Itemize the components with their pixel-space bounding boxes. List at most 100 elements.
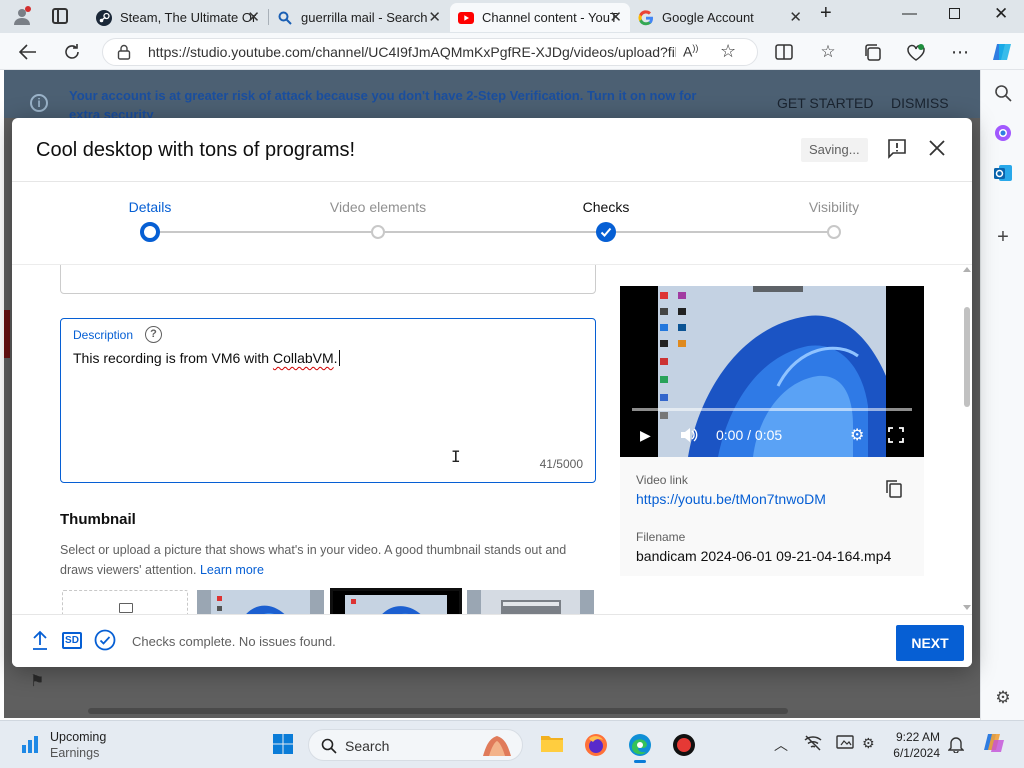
video-progress-bar[interactable] [632,408,912,411]
search-highlight-icon [479,732,515,763]
taskbar-search-box[interactable]: Search [308,729,523,761]
step-visibility-dot[interactable] [827,225,841,239]
tab-title: guerrilla mail - Search [301,10,428,25]
step-checks-check-icon[interactable] [596,222,616,242]
info-icon: i [30,94,48,112]
tab-steam[interactable]: Steam, The Ultimate Online Game Platform… [88,3,268,32]
collections-icon[interactable] [861,41,883,63]
back-arrow-icon[interactable] [17,41,39,63]
copilot-icon[interactable] [992,122,1014,144]
url-text: https://studio.youtube.com/channel/UC4I9… [148,44,676,60]
start-windows-icon[interactable] [272,733,296,757]
close-tab-icon[interactable]: ✕ [789,10,802,25]
favorite-star-icon[interactable]: ☆ [720,41,736,62]
firefox-icon[interactable] [584,733,608,757]
video-player[interactable]: ▶ 0:00 / 0:05 ⚙ [620,286,924,457]
upload-status-icon[interactable] [32,630,48,652]
minimize-button[interactable]: — [902,5,917,22]
profile-avatar[interactable] [12,6,32,26]
text-cursor-icon: I [451,447,461,466]
lock-icon[interactable] [117,44,131,65]
thumbnail-description: Select or upload a picture that shows wh… [60,543,567,577]
browser-toolbar: https://studio.youtube.com/channel/UC4I9… [0,33,1024,70]
fullscreen-icon[interactable] [888,427,904,446]
step-visibility-label[interactable]: Visibility [809,199,859,215]
filename-value: bandicam 2024-06-01 09-21-04-164.mp4 [636,548,892,564]
refresh-icon[interactable] [61,41,83,63]
video-preview-card: ▶ 0:00 / 0:05 ⚙ Video link https://youtu… [620,286,924,576]
play-icon[interactable]: ▶ [640,427,651,444]
restore-button[interactable] [949,8,960,19]
send-feedback-icon[interactable] [888,139,906,159]
copilot-tray-icon[interactable] [982,732,1006,757]
sidebar-search-icon[interactable] [992,82,1014,104]
close-tab-icon[interactable]: ✕ [428,10,441,25]
step-details-label[interactable]: Details [129,199,172,215]
thumbnail-option-1[interactable] [197,590,324,614]
tab-title: Google Account [662,10,754,25]
address-bar[interactable]: https://studio.youtube.com/channel/UC4I9… [102,38,758,66]
get-started-button[interactable]: GET STARTED [777,95,873,111]
sidebar-settings-gear-icon[interactable]: ⚙ [992,687,1014,709]
file-explorer-icon[interactable] [540,733,564,757]
video-link-label: Video link [636,473,688,487]
step-video-elements-label[interactable]: Video elements [330,199,426,215]
outlook-icon[interactable] [992,162,1014,184]
video-link[interactable]: https://youtu.be/tMon7tnwoDM [636,491,826,507]
step-checks-label[interactable]: Checks [583,199,630,215]
tab-guerrilla-search[interactable]: guerrilla mail - Search ✕ [269,3,449,32]
volume-icon[interactable] [680,427,698,446]
dismiss-button[interactable]: DISMISS [891,95,949,111]
upload-thumbnail-button[interactable] [62,590,188,614]
split-screen-icon[interactable] [773,41,795,63]
steam-icon [96,9,112,26]
video-settings-gear-icon[interactable]: ⚙ [850,425,864,445]
close-window-button[interactable]: ✕ [994,4,1008,24]
more-options-icon[interactable]: ⋯ [949,41,971,63]
browser-essentials-icon[interactable] [905,41,927,63]
copilot-icon[interactable] [991,41,1013,63]
tab-actions-icon[interactable] [52,8,68,24]
tab-youtube-studio[interactable]: Channel content - YouTube Studio ✕ [450,3,630,32]
bandicam-record-icon[interactable] [672,733,696,757]
screen-capture-icon[interactable] [836,735,854,754]
thumbnail-option-3[interactable] [467,590,594,614]
close-dialog-icon[interactable] [926,137,948,159]
weather-widget[interactable]: Upcoming Earnings [50,729,106,761]
edge-icon[interactable] [628,733,652,763]
learn-more-link[interactable]: Learn more [200,563,264,577]
misspelled-word[interactable]: CollabVM [273,350,334,366]
checks-status-text: Checks complete. No issues found. [132,634,336,649]
help-icon[interactable]: ? [145,326,162,343]
browser-tab-strip: Steam, The Ultimate Online Game Platform… [0,0,1024,33]
read-aloud-icon[interactable]: A)) [683,43,698,60]
notifications-bell-icon[interactable] [947,735,965,756]
new-tab-button[interactable]: + [820,2,832,25]
thumbnail-option-2-selected[interactable] [330,588,462,614]
step-details-dot[interactable] [140,222,160,242]
background-accent [4,310,10,358]
windows-taskbar: Upcoming Earnings Search ︿ ⚙ 9:22 AM 6/1… [0,720,1024,768]
description-field[interactable]: Description ? This recording is from VM6… [60,318,596,483]
description-text[interactable]: This recording is from VM6 with CollabVM… [73,350,340,366]
close-tab-icon[interactable]: ✕ [247,10,260,25]
copy-link-icon[interactable] [886,480,902,498]
network-off-icon[interactable] [804,735,822,754]
favorites-icon[interactable]: ☆ [817,41,839,63]
video-time: 0:00 / 0:05 [716,427,783,443]
google-icon [638,9,654,26]
content-scrollbar[interactable] [962,265,972,614]
checks-complete-icon[interactable] [94,629,116,651]
sd-quality-badge[interactable]: SD [62,632,82,649]
add-sidebar-app-icon[interactable]: + [992,226,1014,248]
title-field[interactable] [60,265,596,294]
weather-widget-icon[interactable] [20,733,44,757]
step-video-elements-dot[interactable] [371,225,385,239]
close-tab-icon[interactable]: ✕ [609,10,622,25]
tray-overflow-icon[interactable]: ︿ [774,735,788,755]
tab-google-account[interactable]: Google Account ✕ [630,3,810,32]
page-horizontal-scrollbar[interactable] [88,708,788,714]
feedback-flag-icon[interactable]: ⚑ [30,671,44,691]
system-clock[interactable]: 9:22 AM 6/1/2024 [870,729,940,761]
next-button[interactable]: NEXT [896,625,964,661]
